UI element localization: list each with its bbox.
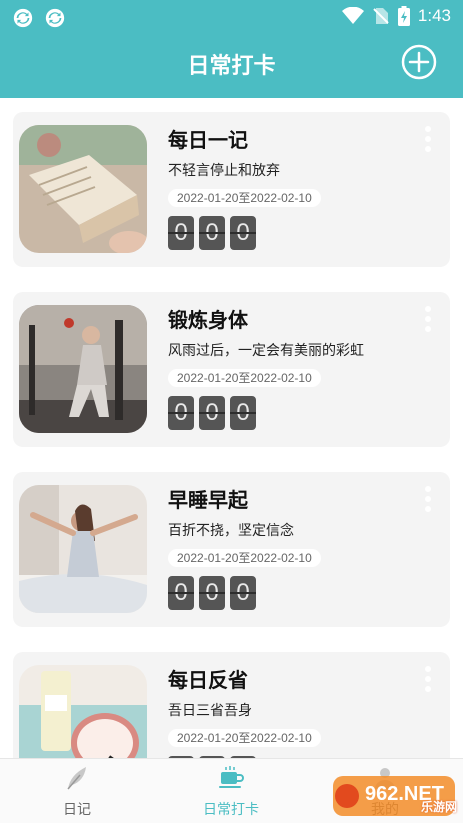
- battery-charging-icon: [397, 6, 410, 26]
- card-title: 每日反省: [168, 668, 248, 692]
- day-counter: 0 0 0: [168, 216, 256, 250]
- more-options-icon[interactable]: [424, 306, 432, 336]
- counter-digit: 0: [168, 576, 194, 610]
- watermark-subtext: 乐游网: [420, 800, 457, 814]
- card-subtitle: 风雨过后，一定会有美丽的彩虹: [168, 343, 364, 359]
- no-sim-icon: [373, 8, 389, 24]
- date-range-badge: 2022-01-20至2022-02-10: [168, 549, 321, 567]
- checkin-card[interactable]: 早睡早起 百折不挠，坚定信念 2022-01-20至2022-02-10 0 0…: [13, 472, 450, 627]
- counter-digit: 0: [230, 216, 256, 250]
- card-subtitle: 不轻言停止和放弃: [168, 163, 280, 179]
- day-counter: 0 0 0: [168, 396, 256, 430]
- wifi-icon: [341, 7, 364, 24]
- status-time: 1:43: [417, 6, 451, 25]
- tab-label: 日常打卡: [203, 802, 259, 818]
- sync-icon: [45, 8, 65, 28]
- tab-diary[interactable]: 日记: [0, 759, 154, 823]
- card-thumbnail: [19, 665, 147, 758]
- counter-digit: 0: [199, 216, 225, 250]
- card-thumbnail: [19, 125, 147, 253]
- checkin-card[interactable]: 锻炼身体 风雨过后，一定会有美丽的彩虹 2022-01-20至2022-02-1…: [13, 292, 450, 447]
- card-subtitle: 吾日三省吾身: [168, 703, 252, 719]
- app-bar: 日常打卡: [0, 34, 463, 98]
- counter-digit: 0: [199, 396, 225, 430]
- cup-icon: [219, 766, 244, 788]
- card-title: 锻炼身体: [168, 308, 248, 332]
- counter-digit: 0: [168, 396, 194, 430]
- status-bar: 1:43: [0, 0, 463, 34]
- counter-digit: 0: [230, 396, 256, 430]
- card-thumbnail: [19, 305, 147, 433]
- counter-digit: 0: [230, 576, 256, 610]
- date-range-badge: 2022-01-20至2022-02-10: [168, 369, 321, 387]
- card-title: 每日一记: [168, 128, 248, 152]
- card-title: 早睡早起: [168, 488, 248, 512]
- tab-daily-checkin[interactable]: 日常打卡: [154, 759, 308, 823]
- day-counter: 0 0 0: [168, 576, 256, 610]
- more-options-icon[interactable]: [424, 486, 432, 516]
- more-options-icon[interactable]: [424, 126, 432, 156]
- date-range-badge: 2022-01-20至2022-02-10: [168, 729, 321, 747]
- feather-icon: [67, 767, 86, 790]
- more-options-icon[interactable]: [424, 666, 432, 696]
- counter-digit: 0: [168, 216, 194, 250]
- sync-icon: [13, 8, 33, 28]
- counter-digit: 0: [199, 576, 225, 610]
- date-range-badge: 2022-01-20至2022-02-10: [168, 189, 321, 207]
- checkin-card[interactable]: 每日反省 吾日三省吾身 2022-01-20至2022-02-10 0 0 0: [13, 652, 450, 758]
- checkin-list: 每日一记 不轻言停止和放弃 2022-01-20至2022-02-10 0 0 …: [0, 98, 463, 758]
- add-icon[interactable]: [401, 44, 437, 80]
- card-subtitle: 百折不挠，坚定信念: [168, 523, 294, 539]
- card-thumbnail: [19, 485, 147, 613]
- page-title: 日常打卡: [187, 54, 276, 79]
- checkin-card[interactable]: 每日一记 不轻言停止和放弃 2022-01-20至2022-02-10 0 0 …: [13, 112, 450, 267]
- tab-label: 日记: [63, 802, 91, 818]
